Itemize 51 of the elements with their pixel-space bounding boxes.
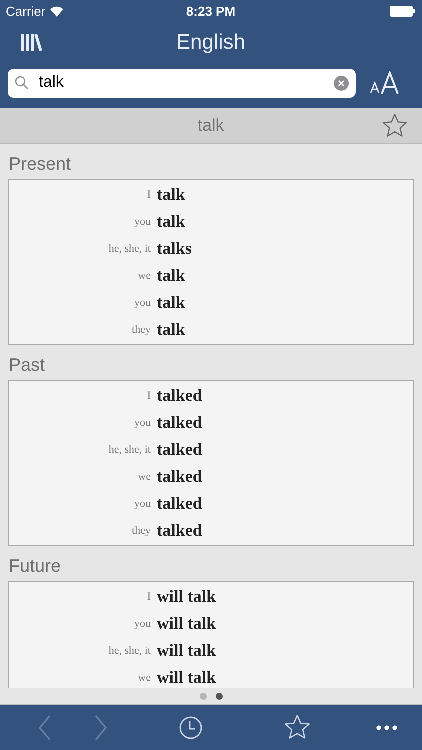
verb-form: talk	[157, 212, 186, 232]
library-button[interactable]	[20, 31, 44, 53]
pronoun: you	[134, 498, 151, 510]
verb-form: will talk	[157, 640, 218, 660]
wifi-icon	[50, 6, 64, 16]
nav-title: English	[176, 31, 246, 55]
entry-word: talk	[198, 116, 224, 136]
verb-form: talked	[157, 494, 204, 514]
pronoun: he, she, it	[108, 644, 151, 656]
chevron-right-icon	[94, 714, 108, 740]
pronoun: you	[134, 416, 151, 428]
search-field[interactable]: talk	[8, 68, 356, 98]
verb-form: talk	[157, 292, 186, 312]
verb-form: will talk	[157, 586, 218, 606]
clear-button[interactable]	[334, 76, 349, 90]
verb-form: talked	[157, 520, 204, 540]
verb-form: will talk	[157, 614, 218, 634]
tense-heading: Future	[8, 555, 62, 578]
verb-form: will talk	[157, 668, 218, 688]
pronoun: I	[146, 390, 151, 402]
pronoun: he, she, it	[108, 242, 151, 254]
verb-form: talk	[157, 184, 186, 204]
close-icon	[338, 80, 345, 86]
verb-form: talked	[157, 466, 204, 486]
pronoun: you	[134, 618, 151, 630]
verb-form: talked	[157, 412, 204, 432]
pronoun: we	[137, 270, 151, 282]
more-icon	[376, 724, 398, 730]
verb-form: talk	[157, 320, 186, 340]
verb-form: talked	[157, 440, 204, 460]
page-dot[interactable]	[200, 692, 206, 700]
verb-form: talks	[157, 238, 193, 258]
tense-heading: Present	[8, 153, 72, 176]
pronoun: he, she, it	[108, 444, 151, 456]
search-icon	[15, 76, 29, 90]
status-time: 8:23 PM	[186, 4, 236, 18]
page-dot[interactable]	[216, 692, 222, 700]
verb-form: talked	[157, 386, 204, 406]
carrier-label: Carrier	[6, 4, 46, 18]
battery-icon	[390, 6, 416, 16]
pronoun: you	[134, 216, 151, 228]
tense-heading: Past	[8, 354, 46, 377]
pronoun: they	[131, 324, 151, 336]
pronoun: I	[146, 188, 151, 200]
pronoun: we	[137, 470, 151, 482]
verb-form: talk	[157, 266, 186, 286]
pronoun: I	[146, 590, 151, 602]
pronoun: they	[131, 524, 151, 536]
pronoun: we	[137, 672, 151, 684]
chevron-left-icon	[38, 714, 52, 740]
pronoun: you	[134, 296, 151, 308]
